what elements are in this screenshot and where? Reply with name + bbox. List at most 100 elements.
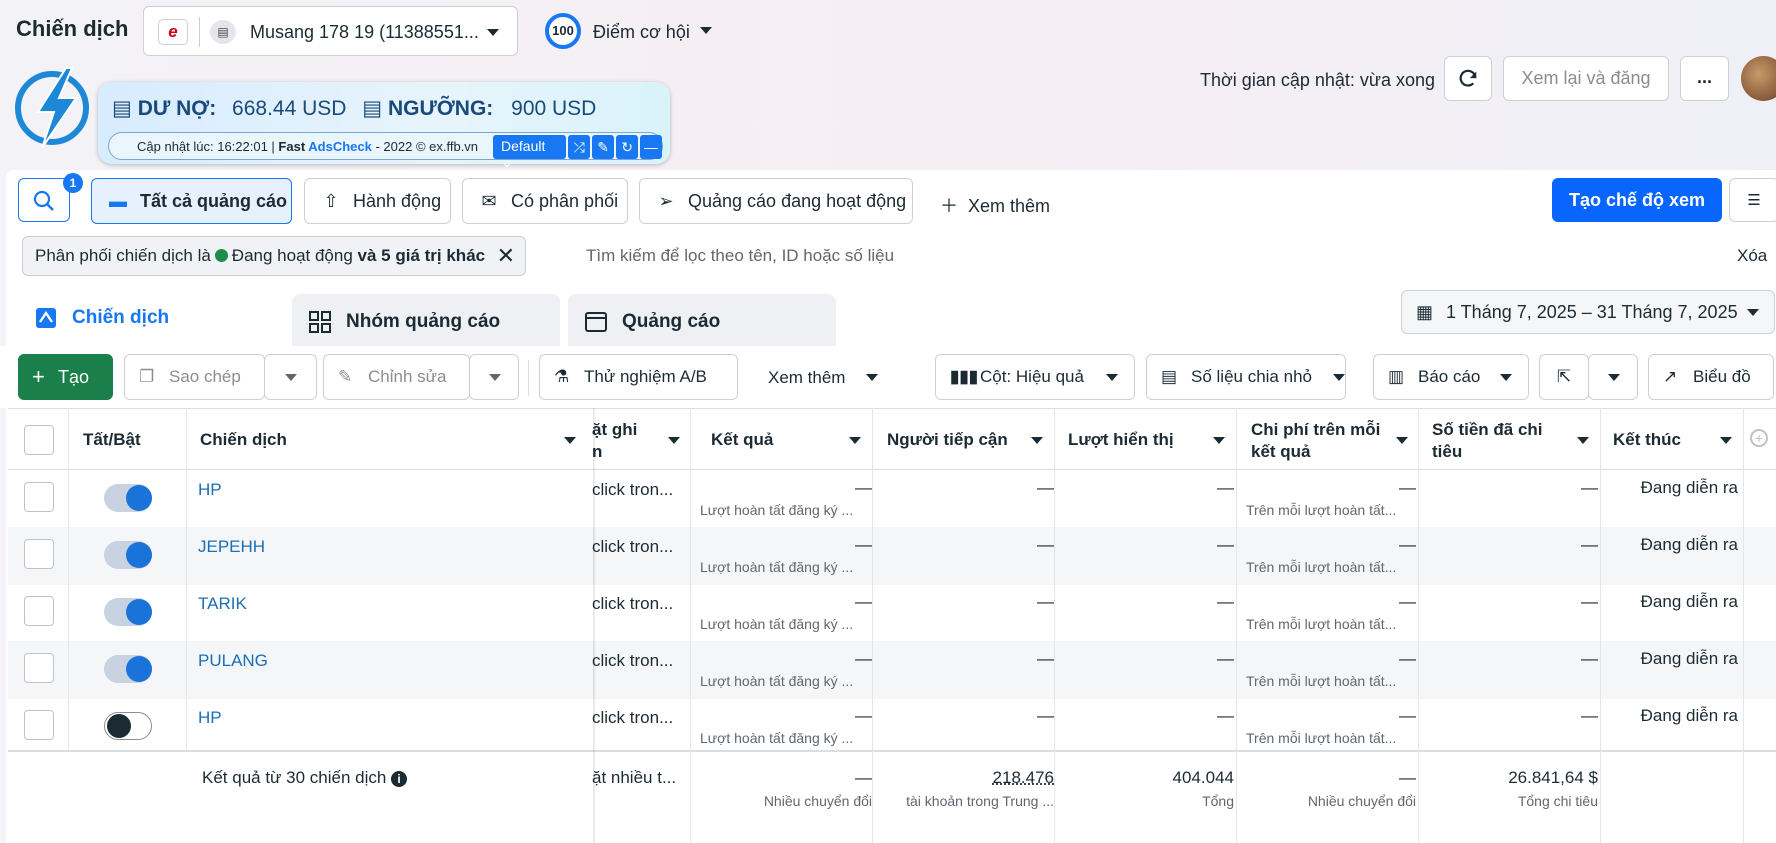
toggle-knob bbox=[126, 599, 152, 625]
ab-test-button[interactable]: ⚗ Thử nghiệm A/B bbox=[539, 354, 738, 400]
more-options-button[interactable]: ... bbox=[1680, 56, 1729, 101]
filter-actions[interactable]: ⇧ Hành động bbox=[304, 178, 451, 224]
info-icon[interactable]: i bbox=[391, 771, 408, 787]
brand-logo-icon: e bbox=[158, 19, 188, 45]
chart-button[interactable]: ↗ Biểu đồ bbox=[1648, 354, 1774, 400]
see-more-filters[interactable]: ＋ Xem thêm bbox=[940, 192, 1050, 218]
review-publish-button[interactable]: Xem lại và đăng bbox=[1503, 56, 1669, 101]
chevron-down-icon[interactable] bbox=[564, 437, 576, 444]
edit-dropdown[interactable] bbox=[469, 354, 519, 400]
campaign-name-link[interactable]: HP bbox=[198, 480, 222, 500]
chevron-down-icon[interactable] bbox=[700, 27, 712, 34]
totals-results-sub: Nhiều chuyển đổi bbox=[763, 793, 872, 809]
filter-active-ads[interactable]: ➢ Quảng cáo đang hoạt động bbox=[639, 178, 913, 224]
column-divider bbox=[1743, 408, 1744, 843]
close-icon[interactable]: ✕ bbox=[497, 237, 515, 275]
table-row[interactable]: PULANG click tron... — Lượt hoàn tất đăng k… bbox=[8, 641, 1776, 699]
date-range-picker[interactable]: ▦ 1 Tháng 7, 2025 – 31 Tháng 7, 2025 bbox=[1401, 290, 1775, 334]
refresh-button[interactable] bbox=[1444, 56, 1492, 101]
row-checkbox[interactable] bbox=[24, 710, 54, 740]
export-button[interactable]: ⇱ bbox=[1539, 354, 1589, 400]
reports-button[interactable]: ▥ Báo cáo bbox=[1373, 354, 1529, 400]
results-cell: — bbox=[855, 535, 872, 554]
search-button[interactable]: 1 bbox=[18, 173, 83, 222]
row-checkbox[interactable] bbox=[24, 596, 54, 626]
filter-all-ads[interactable]: ▬ Tất cả quảng cáo bbox=[91, 178, 292, 224]
chevron-down-icon[interactable] bbox=[1213, 437, 1225, 444]
table-row[interactable]: TARIK click tron... — Lượt hoàn tất đăng ký… bbox=[8, 584, 1776, 642]
impressions-cell: — bbox=[1217, 592, 1234, 611]
edit-icon[interactable]: ✎ bbox=[592, 135, 615, 159]
filter-delivered[interactable]: ✉ Có phân phối bbox=[462, 178, 628, 224]
more-actions-button[interactable]: Xem thêm bbox=[768, 368, 845, 388]
duplicate-button[interactable]: ❐ Sao chép bbox=[124, 354, 265, 400]
shuffle-icon[interactable]: ⤮ bbox=[568, 135, 591, 159]
export-dropdown[interactable] bbox=[1588, 354, 1638, 400]
filter-label: Có phân phối bbox=[511, 191, 619, 211]
chevron-down-icon[interactable] bbox=[1720, 437, 1732, 444]
header-impressions[interactable]: Lượt hiển thị bbox=[1068, 429, 1174, 451]
filter-search-input[interactable]: Tìm kiếm để lọc theo tên, ID hoặc số liệ… bbox=[586, 246, 894, 266]
preset-select[interactable]: Default ⌄ bbox=[493, 135, 567, 170]
tab-ads[interactable]: Quảng cáo bbox=[568, 294, 836, 350]
sliders-icon[interactable]: ☰ bbox=[1729, 178, 1776, 222]
add-column-icon[interactable]: + bbox=[1750, 429, 1768, 447]
filter-label: Tất cả quảng cáo bbox=[140, 191, 288, 211]
breakdown-button[interactable]: ▤ Số liệu chia nhỏ bbox=[1146, 354, 1346, 400]
table-row[interactable]: HP click tron... — Lượt hoàn tất đăng ký ..… bbox=[8, 470, 1776, 528]
clear-filters-link[interactable]: Xóa bbox=[1737, 246, 1767, 266]
opportunity-score-gauge[interactable]: 100 bbox=[545, 13, 581, 49]
header-ends[interactable]: Kết thúc bbox=[1613, 429, 1681, 451]
table-row[interactable]: JEPEHH click tron... — Lượt hoàn tất đăng k… bbox=[8, 527, 1776, 585]
columns-button[interactable]: ▮▮▮ Cột: Hiệu quả bbox=[935, 354, 1135, 400]
tab-campaigns[interactable]: Chiến dịch bbox=[18, 290, 282, 346]
header-results[interactable]: Kết quả bbox=[711, 429, 773, 451]
header-reach[interactable]: Người tiếp cận bbox=[887, 429, 1008, 451]
tab-adsets[interactable]: Nhóm quảng cáo bbox=[292, 294, 560, 350]
campaign-toggle[interactable] bbox=[104, 541, 152, 569]
header-campaign[interactable]: Chiến dịch bbox=[200, 429, 287, 451]
table-row[interactable]: HP click tron... — Lượt hoàn tất đăng ký ..… bbox=[8, 698, 1776, 756]
opportunity-score-label[interactable]: Điểm cơ hội bbox=[593, 22, 690, 43]
refresh-icon[interactable]: ↻ bbox=[616, 135, 639, 159]
columns-icon: ▮▮▮ bbox=[950, 367, 979, 386]
chevron-down-icon[interactable] bbox=[1031, 437, 1043, 444]
header-attribution-line2: n bbox=[592, 442, 603, 461]
duplicate-dropdown[interactable] bbox=[264, 354, 317, 400]
campaign-toggle[interactable] bbox=[104, 655, 152, 683]
filter-chip[interactable]: Phân phối chiến dịch là Đang hoạt động và… bbox=[22, 236, 527, 276]
row-checkbox[interactable] bbox=[24, 653, 54, 683]
create-view-button[interactable]: Tạo chế độ xem bbox=[1552, 178, 1722, 222]
select-all-checkbox[interactable] bbox=[24, 425, 54, 455]
header-amount-spent[interactable]: Số tiền đã chi tiêu bbox=[1432, 419, 1543, 463]
header-attribution[interactable]: ặt ghi n bbox=[592, 419, 637, 463]
campaign-name-link[interactable]: JEPEHH bbox=[198, 537, 265, 557]
chevron-down-icon[interactable] bbox=[1577, 437, 1589, 444]
column-divider bbox=[1054, 408, 1055, 843]
ends-cell: Đang diễn ra bbox=[1640, 592, 1738, 611]
chevron-down-icon[interactable] bbox=[668, 437, 680, 444]
create-button[interactable]: + Tạo bbox=[18, 354, 113, 400]
chevron-down-icon[interactable] bbox=[1396, 437, 1408, 444]
account-selector[interactable]: e ▤ Musang 178 19 (11388551... bbox=[143, 6, 518, 56]
header-cost-per-result[interactable]: Chi phí trên mỗi kết quả bbox=[1251, 419, 1380, 463]
campaign-toggle[interactable] bbox=[104, 598, 152, 626]
chevron-down-icon[interactable] bbox=[866, 374, 878, 381]
header-spend-line2: tiêu bbox=[1432, 442, 1463, 461]
chevron-down-icon[interactable] bbox=[849, 437, 861, 444]
campaign-name-link[interactable]: TARIK bbox=[198, 594, 247, 614]
edit-button[interactable]: ✎ Chỉnh sửa bbox=[323, 354, 470, 400]
header-toggle[interactable]: Tất/Bật bbox=[83, 429, 141, 451]
minimize-icon[interactable]: — bbox=[640, 135, 662, 159]
campaign-name-link[interactable]: HP bbox=[198, 708, 222, 728]
row-checkbox[interactable] bbox=[24, 482, 54, 512]
row-checkbox[interactable] bbox=[24, 539, 54, 569]
campaign-toggle[interactable] bbox=[104, 484, 152, 512]
campaign-toggle[interactable] bbox=[104, 712, 152, 740]
totals-reach[interactable]: 218.476 bbox=[884, 768, 1054, 788]
impressions-cell: — bbox=[1217, 478, 1234, 497]
brand-fast: Fast bbox=[278, 139, 309, 154]
lightning-logo-icon bbox=[15, 67, 89, 149]
campaign-name-link[interactable]: PULANG bbox=[198, 651, 268, 671]
spend-cell: — bbox=[1581, 535, 1598, 554]
